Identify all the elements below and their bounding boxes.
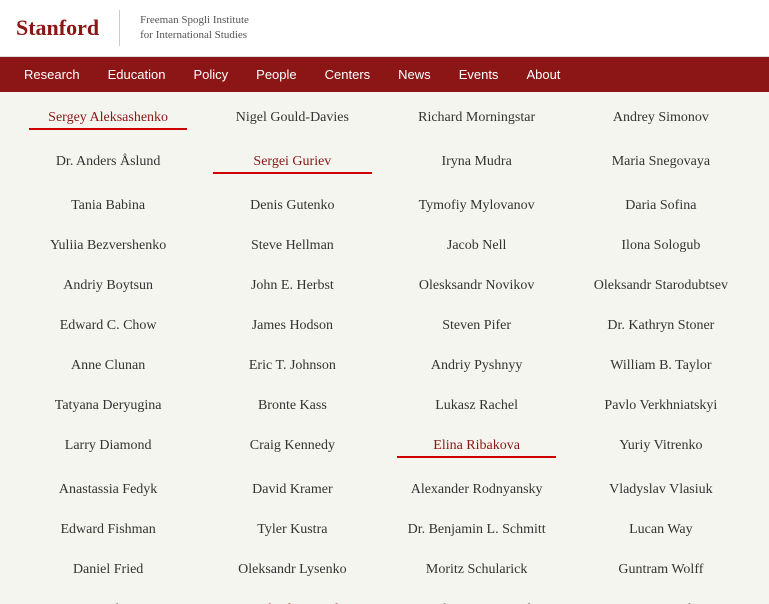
person-name[interactable]: Jacob Nell (385, 230, 569, 262)
person-name[interactable]: Nigel Gould-Davies (200, 102, 384, 138)
person-name[interactable]: Lukasz Rachel (385, 390, 569, 422)
person-name[interactable]: William B. Taylor (569, 350, 753, 382)
person-name[interactable]: Denis Gutenko (200, 190, 384, 222)
person-name[interactable]: Edward Fishman (16, 514, 200, 546)
person-name[interactable]: Tymofiy Mylovanov (385, 190, 569, 222)
nav-centers[interactable]: Centers (311, 57, 385, 92)
person-name[interactable]: Francis Fukuyama (16, 594, 200, 604)
person-name[interactable]: Dr. Kathryn Stoner (569, 310, 753, 342)
person-name[interactable]: Denys Yatsyshyn (569, 594, 753, 604)
person-name[interactable]: Daniel Fried (16, 554, 200, 586)
person-name[interactable]: Vladyslav Vlasiuk (569, 474, 753, 506)
person-name[interactable]: James Hodson (200, 310, 384, 342)
nav-people[interactable]: People (242, 57, 310, 92)
person-name[interactable]: Ilona Sologub (569, 230, 753, 262)
person-name[interactable]: Guntram Wolff (569, 554, 753, 586)
person-name[interactable]: Michael McFaul (200, 594, 384, 604)
nav-about[interactable]: About (512, 57, 574, 92)
nav-education[interactable]: Education (94, 57, 180, 92)
stanford-logo[interactable]: Stanford (16, 15, 99, 41)
person-name[interactable]: Oleksandr Lysenko (200, 554, 384, 586)
person-name[interactable]: Tania Babina (16, 190, 200, 222)
person-name[interactable]: David Kramer (200, 474, 384, 506)
person-name[interactable]: Eric T. Johnson (200, 350, 384, 382)
nav-events[interactable]: Events (445, 57, 513, 92)
nav-policy[interactable]: Policy (179, 57, 242, 92)
person-name[interactable]: Maria Snegovaya (569, 146, 753, 182)
person-name[interactable]: Moritz Schularick (385, 554, 569, 586)
person-name[interactable]: Bronte Kass (200, 390, 384, 422)
person-name[interactable]: Tyler Kustra (200, 514, 384, 546)
person-name[interactable]: Oleksandr Starodubtsev (569, 270, 753, 302)
person-name[interactable]: Tatyana Deryugina (16, 390, 200, 422)
person-name[interactable]: Alexander Rodnyansky (385, 474, 569, 506)
person-name[interactable]: John E. Herbst (200, 270, 384, 302)
person-name[interactable]: Andriy Boytsun (16, 270, 200, 302)
person-name[interactable]: Lucan Way (569, 514, 753, 546)
person-name[interactable]: Elina Ribakova (385, 430, 569, 466)
person-name[interactable]: Anne Clunan (16, 350, 200, 382)
person-name[interactable]: Yuriy Vitrenko (569, 430, 753, 466)
person-name[interactable]: Anastassia Fedyk (16, 474, 200, 506)
person-name[interactable]: Larry Diamond (16, 430, 200, 466)
person-name[interactable]: Daria Sofina (569, 190, 753, 222)
person-name[interactable]: Sergey Aleksashenko (16, 102, 200, 138)
site-header: Stanford Freeman Spogli Institute for In… (0, 0, 769, 57)
person-name[interactable]: Steven Pifer (385, 310, 569, 342)
people-list-content: Sergey AleksashenkoNigel Gould-DaviesRic… (0, 92, 769, 604)
person-name[interactable]: Andrey Simonov (569, 102, 753, 138)
person-name[interactable]: Sergei Guriev (200, 146, 384, 182)
person-name[interactable]: Dr. Benjamin L. Schmitt (385, 514, 569, 546)
logo-container: Stanford Freeman Spogli Institute for In… (16, 10, 249, 46)
person-name[interactable]: Dr. Anders Åslund (16, 146, 200, 182)
main-nav: Research Education Policy People Centers… (0, 57, 769, 92)
person-name[interactable]: Edward C. Chow (16, 310, 200, 342)
institute-name: Freeman Spogli Institute for Internation… (140, 13, 249, 44)
person-name[interactable]: Iryna Mudra (385, 146, 569, 182)
person-name[interactable]: Olesksandr Novikov (385, 270, 569, 302)
person-name[interactable]: Richard Morningstar (385, 102, 569, 138)
person-name[interactable]: Pavlo Verkhniatskyi (569, 390, 753, 422)
person-name[interactable]: Andriy Pyshnyy (385, 350, 569, 382)
person-name[interactable]: Yuliia Bezvershenko (16, 230, 200, 262)
nav-research[interactable]: Research (10, 57, 94, 92)
nav-news[interactable]: News (384, 57, 445, 92)
logo-divider (119, 10, 120, 46)
person-name[interactable]: Steve Hellman (200, 230, 384, 262)
people-grid: Sergey AleksashenkoNigel Gould-DaviesRic… (16, 102, 753, 604)
person-name[interactable]: Craig Kennedy (200, 430, 384, 466)
person-name[interactable]: Stephen Sestanovich (385, 594, 569, 604)
